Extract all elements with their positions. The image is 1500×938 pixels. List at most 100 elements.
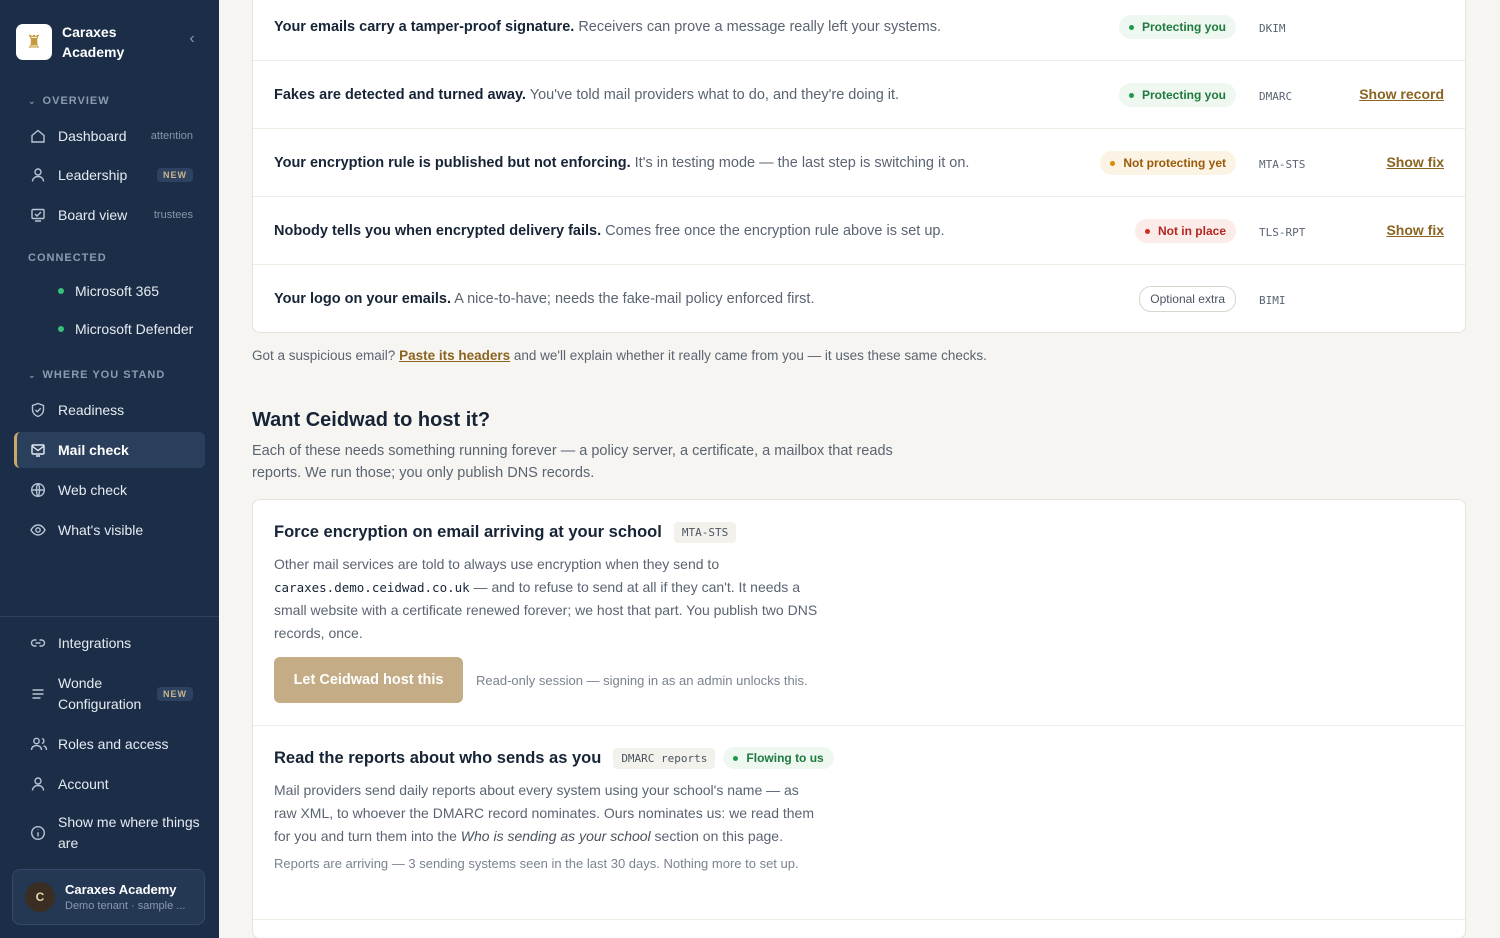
check-row-dkim: Your emails carry a tamper-proof signatu… — [253, 0, 1465, 61]
check-code: BIMI — [1259, 294, 1286, 307]
check-code: DMARC — [1259, 90, 1293, 103]
tenant-subtitle: Demo tenant · sample ... — [65, 900, 186, 912]
check-code: DKIM — [1259, 22, 1286, 35]
sidebar-item-label-line1: Wonde — [58, 675, 103, 691]
check-detail: Comes free once the encryption rule abov… — [601, 223, 945, 239]
status-dot-icon — [1110, 160, 1116, 166]
hosting-title: Force encryption on email arriving at yo… — [274, 523, 662, 541]
status-dot-icon — [1144, 228, 1150, 234]
show-fix-link[interactable]: Show fix — [1386, 222, 1444, 238]
sidebar-item-label: Integrations — [58, 635, 132, 651]
sidebar-item-web-check[interactable]: Web check — [14, 472, 205, 508]
section-heading: Want Ceidwad to host it? — [252, 409, 491, 431]
check-code: MTA-STS — [1259, 158, 1306, 171]
code-chip: MTA-STS — [673, 522, 737, 543]
check-code: TLS-RPT — [1259, 226, 1306, 239]
dmarc-reports-section: Read the reports about who sends as you D… — [274, 747, 1444, 871]
globe-icon — [30, 482, 50, 498]
reports-status-note: Reports are arriving — 3 sending systems… — [274, 856, 799, 871]
eye-icon — [30, 522, 50, 538]
connected-dot-icon — [58, 288, 64, 294]
sidebar-item-label: Roles and access — [58, 736, 169, 752]
sidebar-item-dashboard[interactable]: Dashboard attention — [14, 118, 205, 154]
check-headline: Fakes are detected and turned away. — [274, 87, 526, 103]
sidebar-item-label: Web check — [58, 482, 127, 498]
tenant-switcher[interactable]: C Caraxes Academy Demo tenant · sample .… — [12, 869, 205, 925]
sidebar-item-hint: trustees — [153, 209, 193, 221]
info-icon — [30, 825, 50, 841]
sidebar-item-readiness[interactable]: Readiness — [14, 392, 205, 428]
status-badge: Not in place — [1134, 219, 1236, 243]
sidebar: ♜ Caraxes Academy ‹ ⌄ OVERVIEW Dashboard … — [0, 0, 219, 938]
section-reference: Who is sending as your school — [460, 828, 651, 844]
status-dot-icon — [1128, 92, 1134, 98]
section-title-where-you-stand[interactable]: ⌄ WHERE YOU STAND — [28, 369, 165, 381]
check-headline: Your emails carry a tamper-proof signatu… — [274, 19, 575, 35]
sidebar-item-whats-visible[interactable]: What's visible — [14, 512, 205, 548]
sidebar-item-label: Microsoft Defender — [75, 321, 194, 337]
section-title-overview[interactable]: ⌄ OVERVIEW — [28, 95, 110, 107]
sidebar-item-integrations[interactable]: Integrations — [14, 625, 205, 661]
connected-dot-icon — [58, 326, 64, 332]
sidebar-item-show-me-where-things-are[interactable]: Show me where things are — [14, 810, 205, 856]
sidebar-item-board-view[interactable]: Board view trustees — [14, 197, 205, 233]
status-badge: Protecting you — [1118, 15, 1236, 39]
sidebar-divider — [0, 616, 219, 617]
sidebar-item-label: Readiness — [58, 402, 125, 418]
sidebar-item-label: Dashboard — [58, 128, 127, 144]
sidebar-item-roles-and-access[interactable]: Roles and access — [14, 726, 205, 762]
sidebar-item-label: What's visible — [58, 522, 144, 538]
show-fix-link[interactable]: Show fix — [1386, 154, 1444, 170]
chevron-left-icon[interactable]: ‹ — [183, 30, 201, 50]
brand-name-line2: Academy — [62, 44, 125, 60]
check-detail: Receivers can prove a message really lef… — [574, 19, 941, 35]
section-divider — [253, 919, 1465, 920]
sidebar-item-label: Board view — [58, 207, 128, 223]
status-dot-icon — [733, 755, 739, 761]
person-icon — [30, 776, 50, 792]
section-divider — [253, 725, 1465, 726]
status-dot-icon — [1128, 24, 1134, 30]
school-logo-icon: ♜ — [16, 24, 52, 60]
sidebar-item-mail-check[interactable]: Mail check — [14, 432, 205, 468]
status-badge: Not protecting yet — [1100, 151, 1236, 175]
check-detail: It's in testing mode — the last step is … — [630, 155, 970, 171]
paste-headers-link[interactable]: Paste its headers — [399, 348, 510, 363]
sidebar-item-label: Microsoft 365 — [75, 283, 160, 299]
check-detail: A nice-to-have; needs the fake-mail poli… — [450, 291, 815, 307]
show-record-link[interactable]: Show record — [1359, 86, 1444, 102]
check-headline: Nobody tells you when encrypted delivery… — [274, 223, 602, 239]
check-row-tls-rpt: Nobody tells you when encrypted delivery… — [253, 197, 1465, 265]
person-icon — [30, 167, 50, 183]
chevron-down-icon: ⌄ — [28, 96, 37, 106]
sidebar-item-label-line2: Configuration — [58, 696, 142, 712]
sidebar-item-label: Mail check — [58, 442, 129, 458]
brand-name-line1: Caraxes — [62, 24, 117, 40]
home-icon — [30, 128, 50, 144]
read-only-note: Read-only session — signing in as an adm… — [476, 672, 808, 688]
suspicious-email-note: Got a suspicious email? Paste its header… — [252, 348, 987, 363]
mta-sts-hosting-section: Force encryption on email arriving at yo… — [274, 522, 1444, 645]
sidebar-item-leadership[interactable]: Leadership NEW — [14, 157, 205, 193]
sidebar-item-microsoft-defender[interactable]: Microsoft Defender — [14, 311, 205, 347]
check-headline: Your encryption rule is published but no… — [274, 155, 631, 171]
status-badge: Optional extra — [1139, 286, 1236, 312]
sidebar-item-label-line2: are — [58, 835, 79, 851]
sidebar-item-microsoft-365[interactable]: Microsoft 365 — [14, 273, 205, 309]
board-icon — [30, 207, 50, 223]
check-headline: Your logo on your emails. — [274, 291, 451, 307]
chevron-down-icon: ⌄ — [28, 370, 37, 380]
link-icon — [30, 635, 50, 651]
check-row-mta-sts: Your encryption rule is published but no… — [253, 129, 1465, 197]
hosting-card: Force encryption on email arriving at yo… — [252, 499, 1466, 938]
sidebar-item-account[interactable]: Account — [14, 766, 205, 802]
sidebar-item-wonde-configuration[interactable]: Wonde Configuration NEW — [14, 671, 205, 717]
sidebar-item-label-line1: Show me where things — [58, 814, 200, 830]
brand[interactable]: ♜ Caraxes Academy — [16, 22, 172, 62]
let-ceidwad-host-button[interactable]: Let Ceidwad host this — [274, 657, 463, 703]
people-icon — [30, 736, 50, 752]
mail-checks-card: Your emails carry a tamper-proof signatu… — [252, 0, 1466, 333]
check-row-dmarc: Fakes are detected and turned away. You'… — [253, 61, 1465, 129]
shield-icon — [30, 402, 50, 418]
domain-name: caraxes.demo.ceidwad.co.uk — [274, 580, 470, 595]
